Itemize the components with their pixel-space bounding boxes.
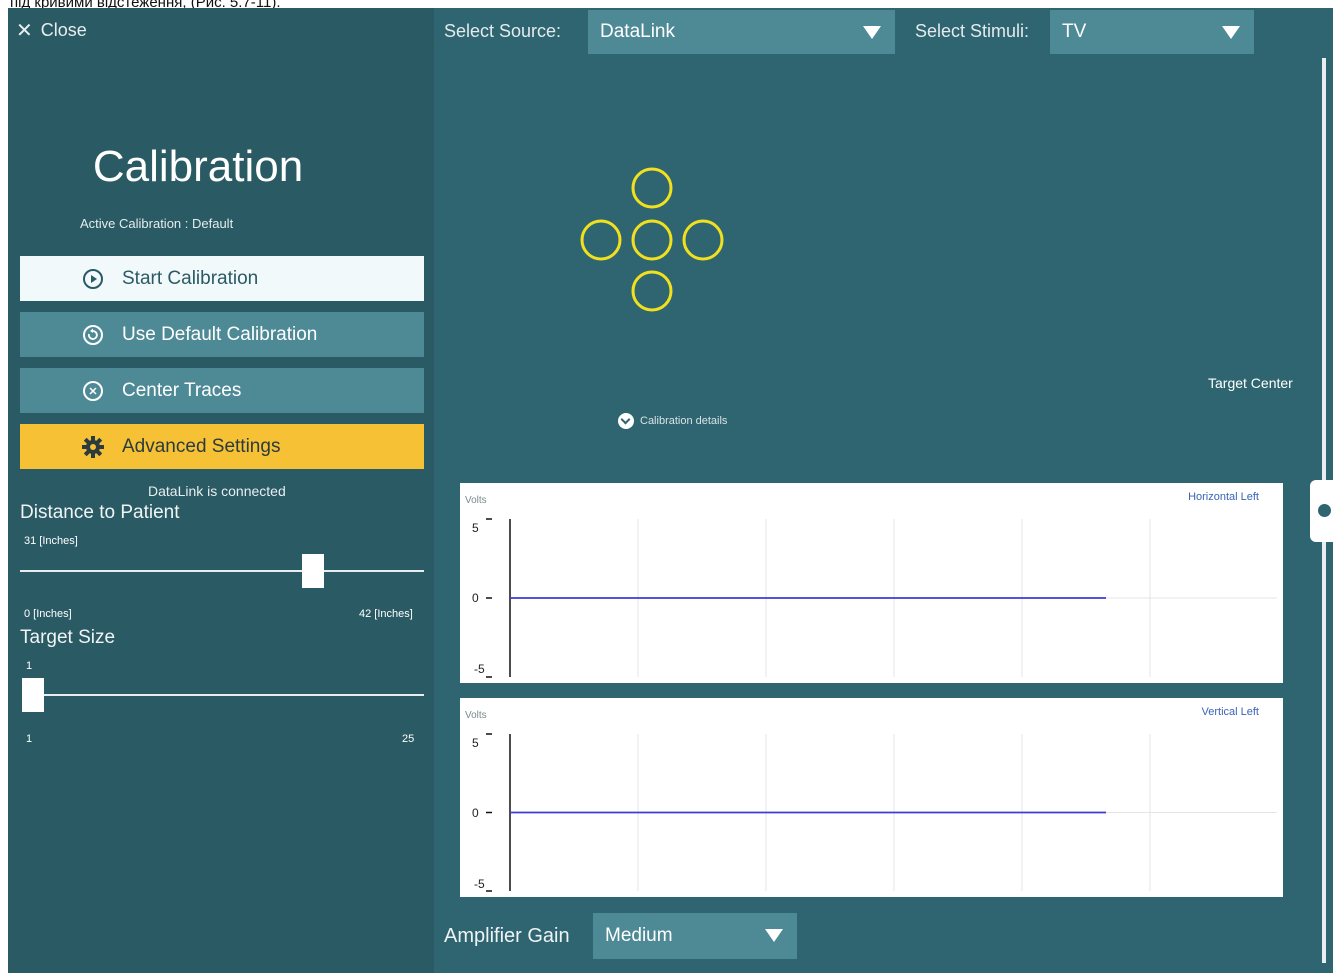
handle-dot-icon (1318, 504, 1331, 517)
plot-area (486, 733, 1277, 892)
gear-icon (80, 434, 106, 460)
distance-min-label: 0 [Inches] (24, 608, 72, 620)
dropdown-arrow-icon (863, 26, 881, 39)
chevron-down-icon (618, 413, 634, 429)
calibration-targets (580, 167, 724, 312)
start-calibration-label: Start Calibration (122, 267, 259, 289)
play-circle-icon (80, 266, 106, 292)
target-bottom (631, 270, 673, 312)
reset-icon (80, 322, 106, 348)
distance-label: Distance to Patient (20, 502, 180, 523)
amplifier-gain-label: Amplifier Gain (444, 925, 570, 947)
plot-area (486, 518, 1277, 678)
close-button[interactable]: ✕ Close (16, 20, 87, 41)
target-center (631, 219, 673, 261)
amplifier-gain-value: Medium (605, 925, 673, 946)
center-traces-label: Center Traces (122, 379, 242, 401)
calibration-details-toggle[interactable]: Calibration details (618, 413, 727, 429)
distance-max-label: 42 [Inches] (359, 608, 413, 620)
dropdown-arrow-icon (1222, 26, 1240, 39)
active-calibration-text: Active Calibration : Default (80, 216, 234, 231)
distance-slider-track[interactable] (20, 570, 424, 572)
app-window: ✕ Close Calibration Active Calibration :… (8, 8, 1333, 973)
select-source-label: Select Source: (444, 21, 562, 41)
stimulus-preview (434, 56, 1304, 484)
dropdown-arrow-icon (765, 929, 783, 942)
target-size-label: Target Size (20, 627, 116, 648)
distance-slider-thumb[interactable] (301, 554, 324, 588)
close-icon: ✕ (16, 19, 33, 42)
select-stimuli-label: Select Stimuli: (915, 21, 1030, 41)
start-calibration-button[interactable]: Start Calibration (20, 256, 424, 301)
target-size-current-value: 1 (26, 660, 33, 672)
use-default-calibration-label: Use Default Calibration (122, 323, 318, 345)
connection-status: DataLink is connected (148, 483, 286, 499)
target-size-min-label: 1 (26, 733, 33, 745)
scroll-handle[interactable] (1310, 480, 1333, 542)
horizontal-left-plot: Volts Horizontal Left 5 0 -5 (460, 483, 1283, 683)
target-size-slider-thumb[interactable] (22, 678, 44, 712)
target-right (682, 219, 724, 261)
center-target-icon (80, 378, 106, 404)
vertical-left-plot: Volts Vertical Left 5 0 -5 (460, 698, 1283, 897)
close-label: Close (40, 20, 87, 40)
source-dropdown-value: DataLink (600, 21, 675, 42)
target-left (580, 219, 622, 261)
page-title: Calibration (92, 142, 304, 191)
source-dropdown[interactable]: DataLink (588, 10, 895, 54)
target-center-label: Target Center (1208, 375, 1293, 391)
use-default-calibration-button[interactable]: Use Default Calibration (20, 312, 424, 357)
stimuli-dropdown-value: TV (1062, 21, 1087, 42)
stimuli-dropdown[interactable]: TV (1050, 10, 1254, 54)
target-size-slider-track[interactable] (22, 694, 424, 696)
amplifier-gain-dropdown[interactable]: Medium (593, 913, 797, 959)
distance-current-value: 31 [Inches] (24, 535, 78, 547)
center-traces-button[interactable]: Center Traces (20, 368, 424, 413)
calibration-details-label: Calibration details (640, 415, 728, 427)
advanced-settings-button[interactable]: Advanced Settings (20, 424, 424, 469)
target-top (631, 167, 673, 209)
advanced-settings-label: Advanced Settings (122, 435, 281, 457)
left-panel: ✕ Close Calibration Active Calibration :… (8, 8, 434, 973)
target-size-max-label: 25 (402, 733, 415, 745)
